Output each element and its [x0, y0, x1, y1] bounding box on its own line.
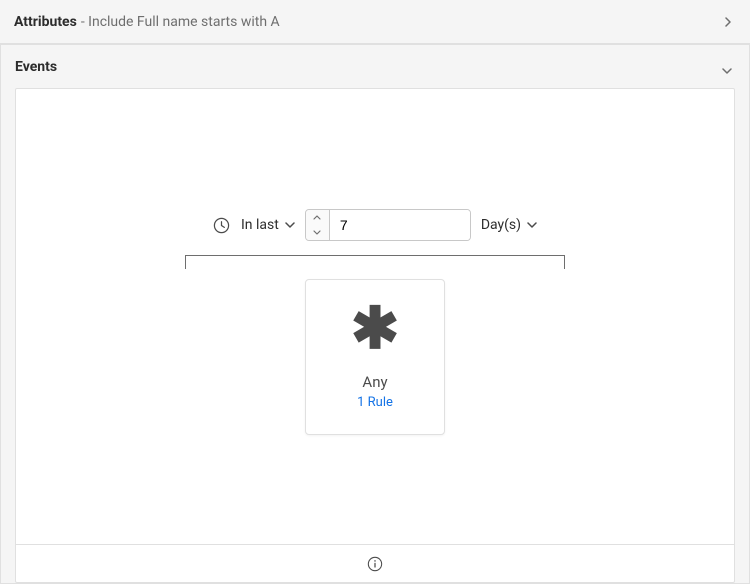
- events-canvas: In last Day(s): [15, 88, 735, 583]
- time-bracket: [185, 255, 565, 269]
- attributes-title: Attributes: [14, 14, 77, 30]
- info-icon[interactable]: [366, 555, 384, 573]
- canvas-footer: [16, 544, 734, 582]
- stepper-down-button[interactable]: [306, 225, 329, 240]
- clock-icon: [213, 216, 231, 234]
- attributes-subtitle: - Include Full name starts with A: [81, 14, 280, 30]
- event-card-title: Any: [362, 373, 387, 391]
- event-card-any[interactable]: ✱ Any 1 Rule: [305, 279, 445, 435]
- event-card-rule-link[interactable]: 1 Rule: [357, 395, 393, 410]
- events-title: Events: [15, 59, 57, 75]
- asterisk-icon: ✱: [351, 305, 400, 353]
- stepper-buttons: [306, 210, 330, 240]
- attributes-accordion-header[interactable]: Attributes - Include Full name starts wi…: [0, 0, 750, 44]
- stepper-up-button[interactable]: [306, 210, 329, 225]
- events-canvas-inner: In last Day(s): [16, 89, 734, 544]
- time-range-label: In last: [241, 217, 279, 233]
- chevron-right-icon: [720, 14, 736, 30]
- chevron-down-icon: [527, 220, 537, 230]
- chevron-down-icon: [719, 63, 735, 79]
- chevron-down-icon: [285, 220, 295, 230]
- events-accordion-body: In last Day(s): [0, 88, 750, 584]
- time-value-stepper[interactable]: [305, 209, 471, 241]
- time-range-dropdown[interactable]: In last: [241, 217, 295, 233]
- time-unit-label: Day(s): [481, 217, 521, 233]
- time-value-input[interactable]: [330, 210, 470, 240]
- time-unit-dropdown[interactable]: Day(s): [481, 217, 537, 233]
- time-filter-row: In last Day(s): [213, 209, 537, 241]
- events-accordion-header[interactable]: Events: [0, 44, 750, 88]
